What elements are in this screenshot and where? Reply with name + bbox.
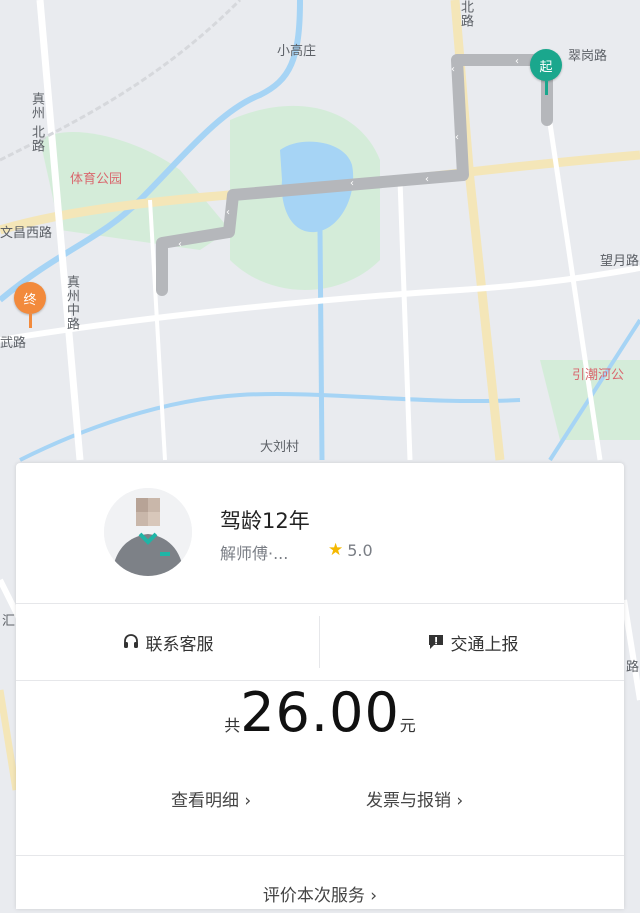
svg-text:‹: ‹ [451, 64, 455, 75]
svg-text:‹: ‹ [425, 174, 429, 185]
svg-text:‹: ‹ [515, 56, 519, 67]
map-label-road-left: 汇 [2, 614, 16, 629]
map-label-road-top: 北 [458, 0, 473, 14]
map-label-zhenzhou-north-2: 北路 [29, 125, 44, 153]
headset-icon [123, 634, 138, 648]
map-label-wangyue: 望月路 [600, 254, 640, 269]
driver-rating-value: 5.0 [347, 540, 373, 560]
map-label-xiaogaozhuang: 小高庄 [277, 44, 317, 59]
map-label-zhenzhou-mid: 真州中路 [64, 275, 79, 331]
traffic-report-button[interactable]: 交通上报 [321, 604, 624, 680]
start-marker-stem [544, 81, 548, 95]
traffic-report-label: 交通上报 [450, 634, 519, 655]
map-label-wu-road: 武路 [0, 336, 27, 351]
map-label-road-top-2: 路 [458, 14, 473, 28]
map-label-tiyu-park: 体育公园 [70, 172, 123, 187]
action-separator [319, 616, 320, 668]
map-label-wenchang: 文昌西路 [0, 226, 53, 241]
rate-service-link[interactable]: 评价本次服务 › [16, 881, 624, 906]
fare-total: 共26.00元 [16, 681, 624, 744]
fare-amount: 26.00 [240, 681, 400, 744]
trip-summary-card: 驾龄12年 解师傅·... ★ 5.0 联系客服 交通上报 共26.00元 查看… [16, 463, 624, 909]
invoice-link[interactable]: 发票与报销 › [366, 786, 463, 811]
map-label-daliu: 大刘村 [260, 440, 300, 455]
svg-text:‹: ‹ [226, 207, 230, 218]
action-bar: 联系客服 交通上报 [16, 604, 624, 680]
end-marker-label: 终 [14, 282, 46, 314]
driver-info[interactable]: 驾龄12年 解师傅·... ★ 5.0 [16, 463, 624, 603]
driving-years: 驾龄12年 [220, 509, 310, 533]
contact-support-label: 联系客服 [145, 634, 214, 655]
map-label-road-right: 路 [626, 660, 640, 675]
fare-unit: 元 [399, 716, 416, 735]
svg-text:‹: ‹ [350, 178, 354, 189]
svg-text:‹: ‹ [178, 239, 182, 250]
driver-name: 解师傅·... [220, 544, 289, 563]
start-marker[interactable]: 起 [530, 49, 562, 95]
map-label-cuigang: 翠岗路 [568, 49, 608, 64]
svg-text:‹: ‹ [455, 132, 459, 143]
driver-avatar [104, 488, 192, 576]
driver-avatar-icon [104, 488, 192, 576]
contact-support-button[interactable]: 联系客服 [16, 604, 319, 680]
divider [16, 855, 624, 856]
driver-rating: ★ 5.0 [328, 540, 373, 560]
map-label-zhenzhou-north: 真州 [29, 92, 44, 120]
fare-prefix: 共 [224, 716, 241, 735]
end-marker-stem [28, 314, 32, 328]
map-label-yinchao: 引潮河公 [572, 368, 625, 383]
star-icon: ★ [328, 540, 344, 560]
report-icon [428, 635, 443, 649]
end-marker[interactable]: 终 [14, 282, 46, 328]
start-marker-label: 起 [530, 49, 562, 81]
view-details-link[interactable]: 查看明细 › [171, 786, 251, 811]
